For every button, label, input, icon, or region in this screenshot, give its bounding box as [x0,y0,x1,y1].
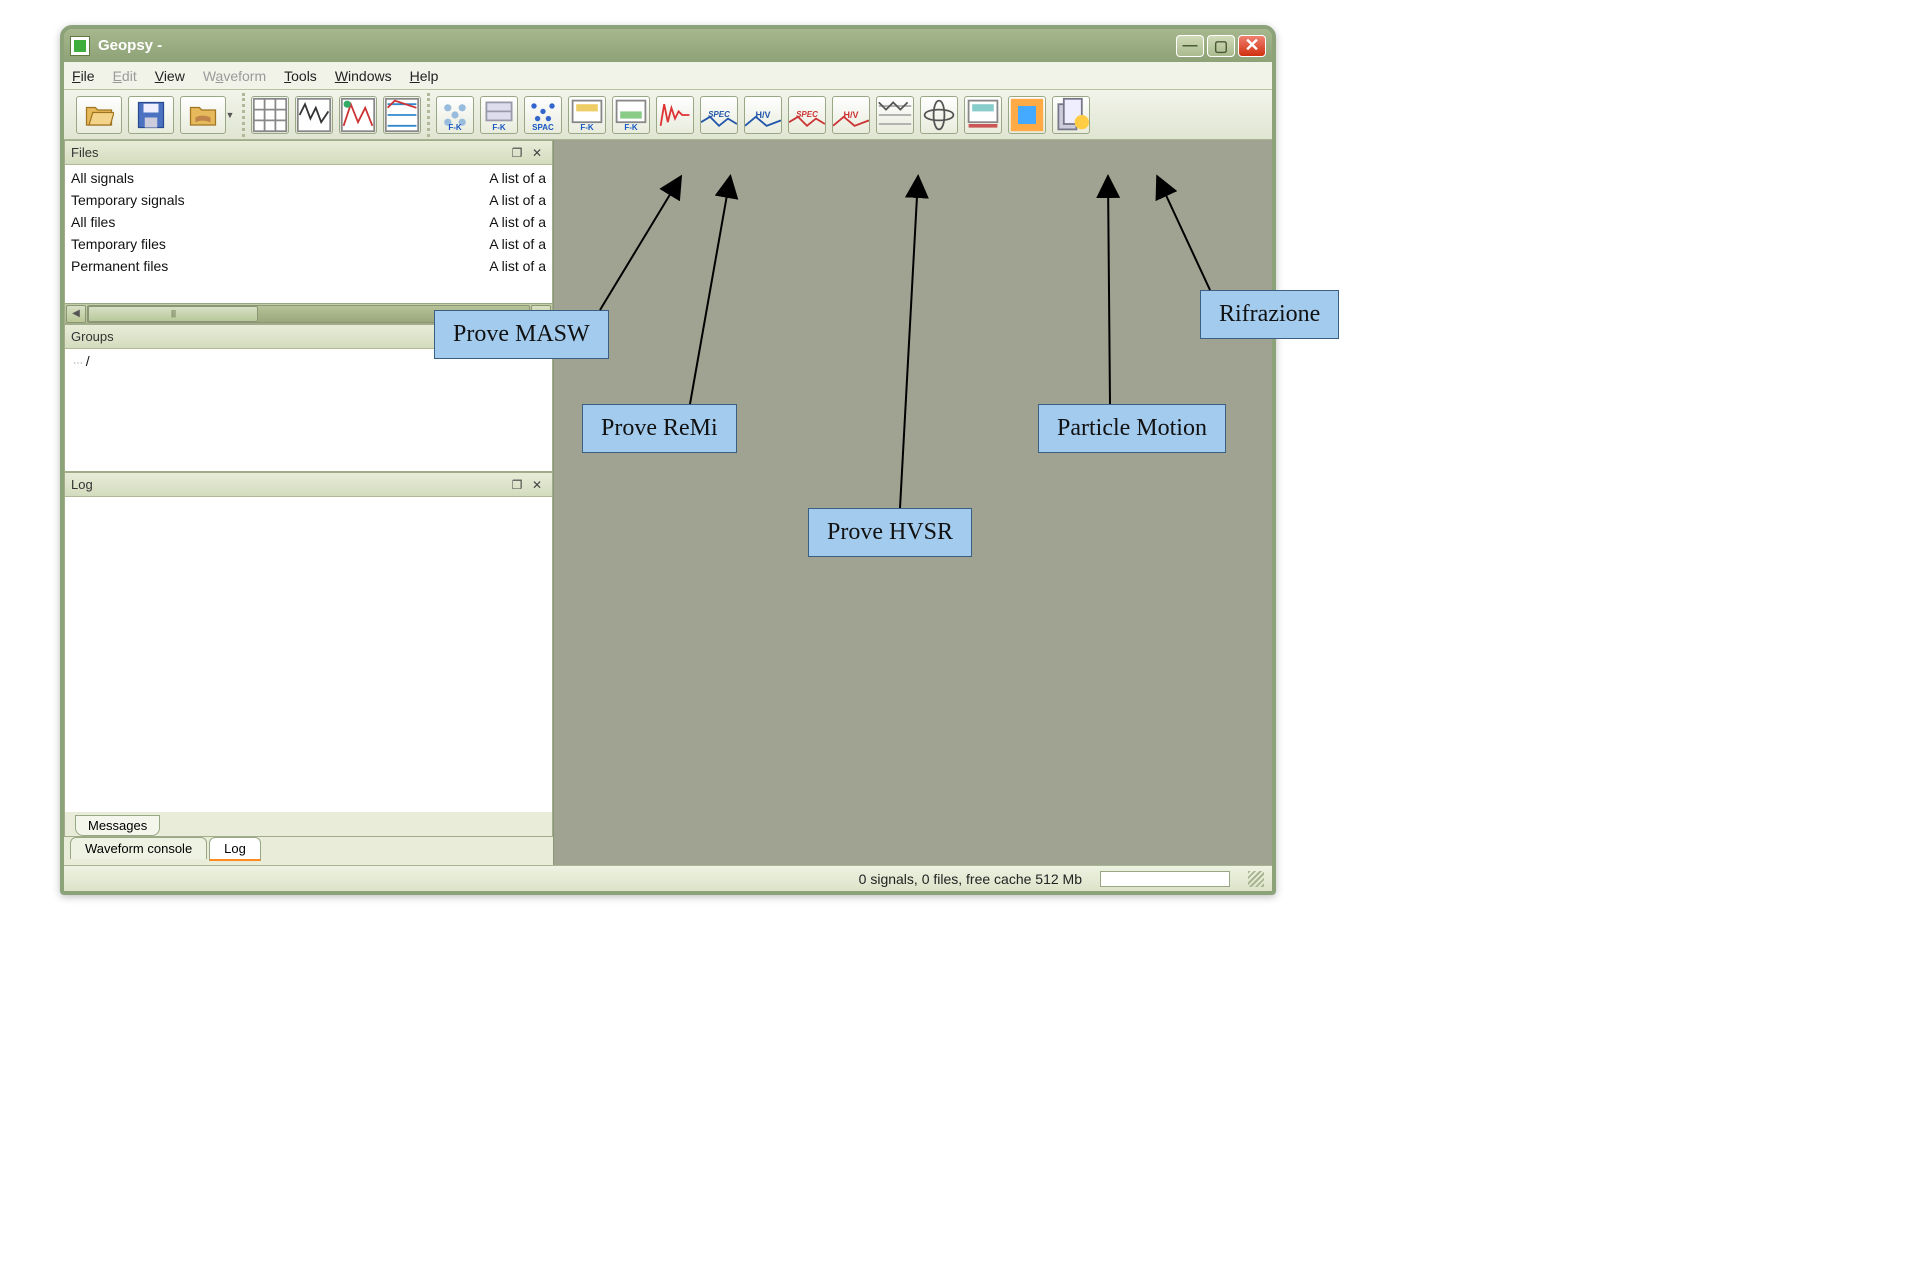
list-item: Permanent filesA list of a [71,255,546,277]
log-dock-title: Log [71,477,506,492]
app-icon [70,36,90,56]
list-item: All filesA list of a [71,211,546,233]
scroll-left-icon[interactable]: ◀ [66,305,86,323]
spectrum-button[interactable] [656,96,694,134]
log-dock: Log ❐ ✕ Messages [64,472,553,837]
menu-help[interactable]: HelpHelp [410,68,439,84]
signal2-button[interactable] [339,96,377,134]
files-dock-float-icon[interactable]: ❐ [508,145,526,161]
log-textarea[interactable] [65,497,552,812]
spec2-button[interactable]: SPEC [700,96,738,134]
menu-file[interactable]: FFileile [72,68,95,84]
hv-button[interactable]: H/V [744,96,782,134]
left-pane: Files ❐ ✕ All signalsA list of a Tempora… [64,140,554,865]
log-dock-close-icon[interactable]: ✕ [528,477,546,493]
titlebar: Geopsy - — ▢ ✕ [64,29,1272,62]
scroll-thumb[interactable] [88,306,258,322]
maximize-button[interactable]: ▢ [1207,35,1235,57]
callout-particle-motion: Particle Motion [1038,404,1226,453]
files-dock-title: Files [71,145,506,160]
signal1-button[interactable] [295,96,333,134]
recent-folder-button[interactable] [180,96,226,134]
files-list[interactable]: All signalsA list of a Temporary signals… [65,165,552,303]
main-canvas [554,140,1272,865]
bottom-tab-bar: Waveform console Log [64,837,553,865]
fk4-button[interactable]: F-K [612,96,650,134]
list-item: Temporary filesA list of a [71,233,546,255]
status-text: 0 signals, 0 files, free cache 512 Mb [859,871,1082,887]
list-item: Temporary signalsA list of a [71,189,546,211]
fk3-button[interactable]: F-K [568,96,606,134]
menu-tools[interactable]: ToolsTools [284,68,317,84]
progress-bar [1100,871,1230,887]
open-button[interactable] [76,96,122,134]
export-button[interactable] [1052,96,1090,134]
log-dock-float-icon[interactable]: ❐ [508,477,526,493]
callout-hvsr: Prove HVSR [808,508,972,557]
tab-log[interactable]: Log [209,837,261,861]
save-button[interactable] [128,96,174,134]
list-item: All signalsA list of a [71,167,546,189]
groups-tree[interactable]: / [65,349,552,471]
particle-motion-button[interactable] [920,96,958,134]
map-button[interactable] [1008,96,1046,134]
callout-masw: Prove MASW [434,310,609,359]
wave-button[interactable] [876,96,914,134]
application-window: Geopsy - — ▢ ✕ FFileile EditEdit ViewVie… [60,25,1276,895]
menu-edit: EditEdit [113,68,137,84]
statusbar: 0 signals, 0 files, free cache 512 Mb [64,865,1272,891]
window-controls: — ▢ ✕ [1176,35,1266,57]
hv-blue-button[interactable]: H/V [832,96,870,134]
menubar: FFileile EditEdit ViewView WaveformWavef… [64,62,1272,90]
menu-windows[interactable]: WindowsWindows [335,68,392,84]
signal3-button[interactable] [383,96,421,134]
menu-view[interactable]: ViewView [155,68,185,84]
refraction-button[interactable] [964,96,1002,134]
fk2-button[interactable]: F-K [480,96,518,134]
files-dock-close-icon[interactable]: ✕ [528,145,546,161]
minimize-button[interactable]: — [1176,35,1204,57]
callout-remi: Prove ReMi [582,404,737,453]
table-button[interactable] [251,96,289,134]
files-dock: Files ❐ ✕ All signalsA list of a Tempora… [64,140,553,324]
tab-waveform-console[interactable]: Waveform console [70,837,207,859]
hv-red-button[interactable]: SPEC [788,96,826,134]
menu-waveform: WaveformWaveform [203,68,266,84]
toolbar: ▼ F-K F-K SPAC F-K F-K SPEC H/V SPEC H/V [64,90,1272,140]
callout-rifrazione: Rifrazione [1200,290,1339,339]
close-button[interactable]: ✕ [1238,35,1266,57]
tab-messages[interactable]: Messages [75,815,160,836]
spac-button[interactable]: SPAC [524,96,562,134]
window-title: Geopsy - [98,37,1176,54]
fk1-button[interactable]: F-K [436,96,474,134]
resize-grip[interactable] [1248,871,1264,887]
